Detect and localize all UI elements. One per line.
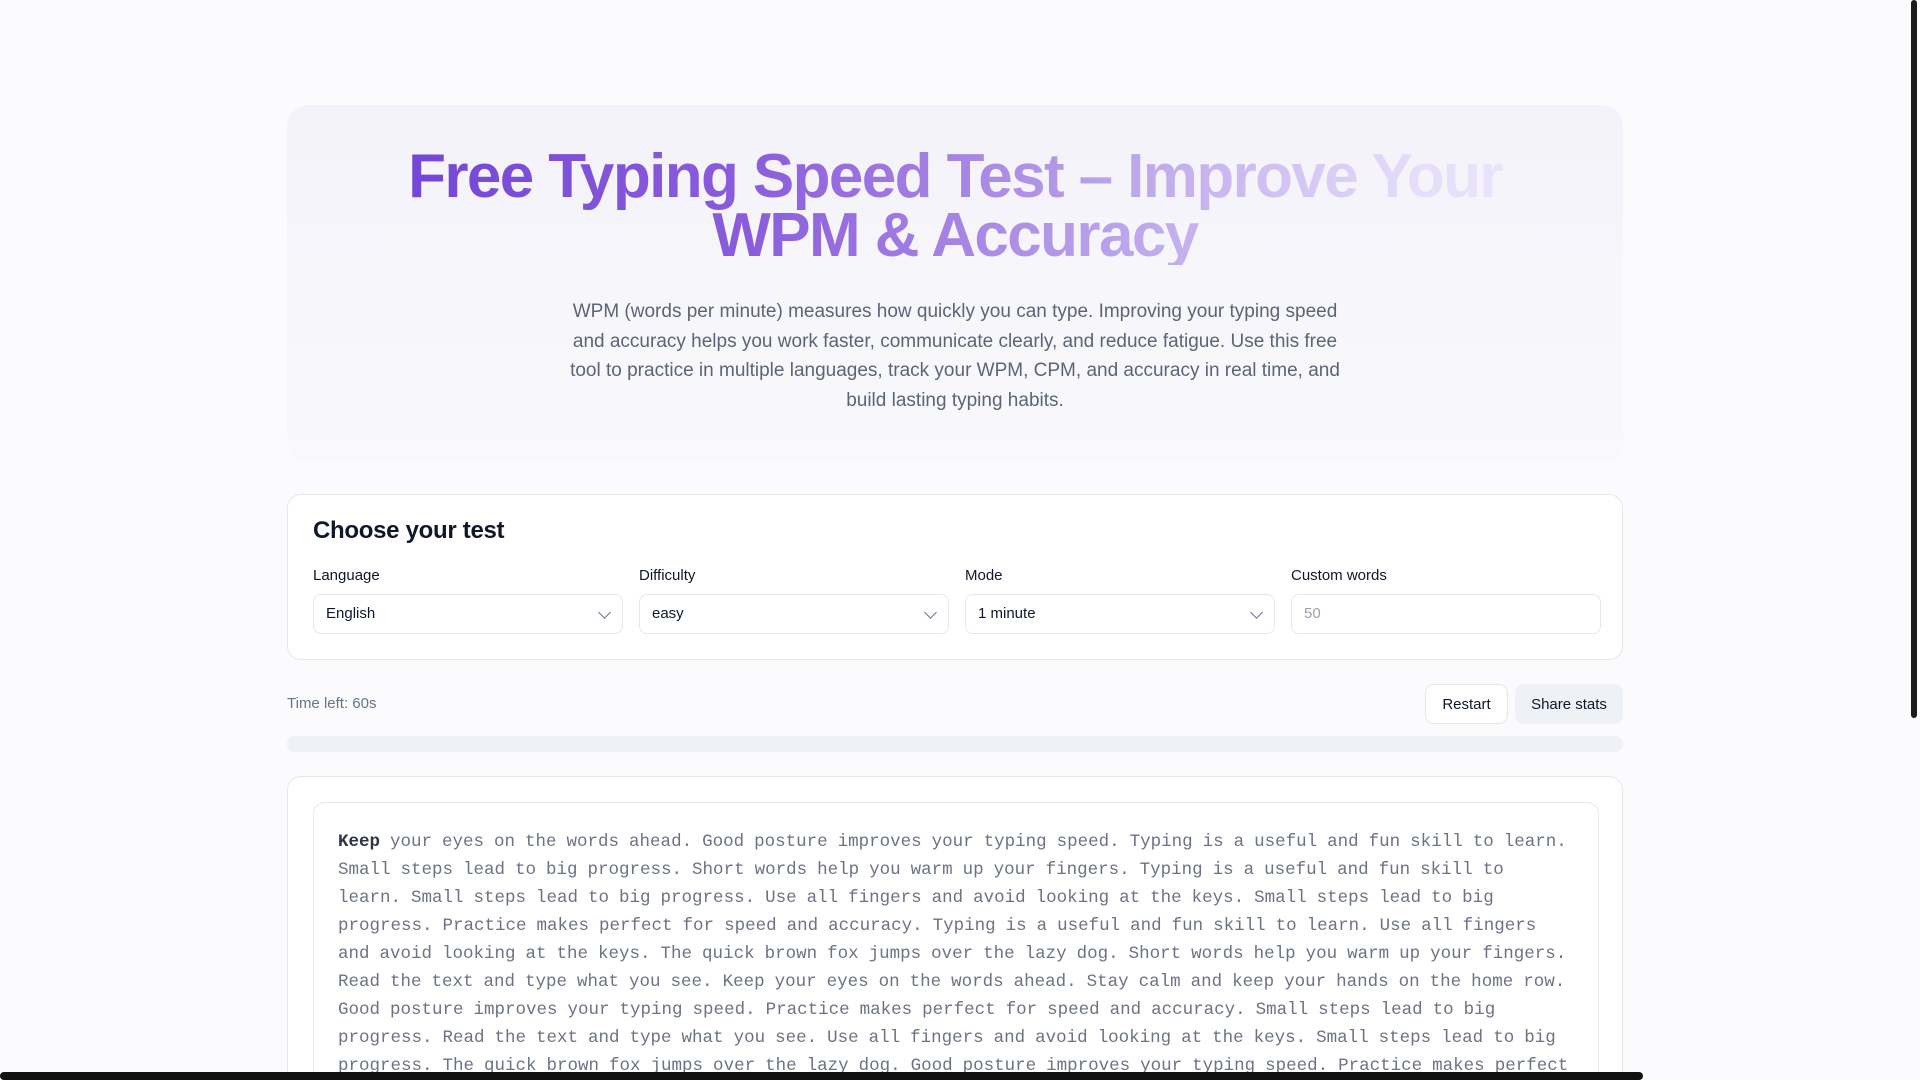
difficulty-label: Difficulty — [639, 567, 696, 584]
progress-bar — [287, 736, 1623, 752]
mode-field: Mode 1 minute — [965, 567, 1275, 634]
language-label: Language — [313, 567, 380, 584]
share-stats-button[interactable]: Share stats — [1515, 684, 1623, 724]
chevron-down-icon — [1250, 606, 1263, 619]
choose-test-heading: Choose your test — [313, 517, 505, 544]
typing-text: Keep your eyes on the words ahead. Good … — [338, 828, 1574, 1080]
difficulty-field: Difficulty easy — [639, 567, 949, 634]
difficulty-value: easy — [652, 605, 684, 622]
hero-section: Free Typing Speed Test – Improve Your WP… — [287, 105, 1623, 462]
mode-label: Mode — [965, 567, 1003, 584]
custom-words-input[interactable]: 50 — [1291, 594, 1601, 634]
time-left-status: Time left: 60s — [287, 695, 377, 712]
horizontal-scrollbar[interactable] — [0, 1072, 1643, 1080]
chevron-down-icon — [598, 606, 611, 619]
page-title: Free Typing Speed Test – Improve Your WP… — [287, 146, 1623, 267]
custom-words-label: Custom words — [1291, 567, 1387, 584]
hero-description: WPM (words per minute) measures how quic… — [570, 301, 1340, 411]
language-value: English — [326, 605, 376, 622]
mode-select[interactable]: 1 minute — [965, 594, 1275, 634]
language-field: Language English — [313, 567, 623, 634]
current-word: Keep — [338, 832, 381, 852]
typing-area[interactable]: Keep your eyes on the words ahead. Good … — [313, 802, 1599, 1080]
chevron-down-icon — [924, 606, 937, 619]
difficulty-select[interactable]: easy — [639, 594, 949, 634]
typing-card: Keep your eyes on the words ahead. Good … — [287, 776, 1623, 1080]
custom-words-field: Custom words 50 — [1291, 567, 1601, 634]
mode-value: 1 minute — [978, 605, 1036, 622]
custom-words-placeholder: 50 — [1304, 605, 1321, 622]
restart-button[interactable]: Restart — [1425, 684, 1508, 724]
page: Free Typing Speed Test – Improve Your WP… — [0, 0, 1920, 1080]
language-select[interactable]: English — [313, 594, 623, 634]
vertical-scrollbar[interactable] — [1911, 0, 1917, 718]
remaining-text: your eyes on the words ahead. Good postu… — [338, 832, 1569, 1076]
choose-test-card: Choose your test Language English Diffic… — [287, 494, 1623, 660]
